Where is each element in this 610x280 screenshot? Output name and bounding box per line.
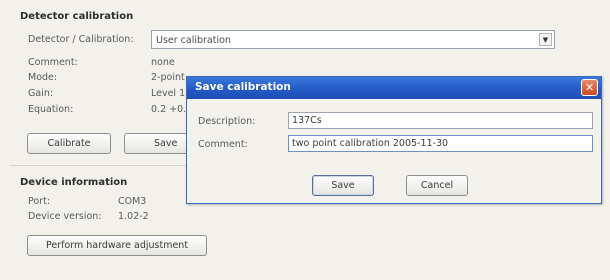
equation-label: Equation: <box>28 104 74 115</box>
gain-label: Gain: <box>28 88 54 99</box>
detector-calibration-label: Detector / Calibration: <box>28 34 134 45</box>
dialog-save-button[interactable]: Save <box>312 175 374 196</box>
comment-field[interactable] <box>288 135 593 152</box>
port-label: Port: <box>28 196 51 207</box>
close-icon[interactable]: ✕ <box>581 79 598 96</box>
dialog-title: Save calibration <box>195 81 291 93</box>
dialog-comment-label: Comment: <box>198 139 248 150</box>
chevron-down-icon[interactable]: ▼ <box>539 33 552 46</box>
save-calibration-dialog: Save calibration ✕ Description: Comment:… <box>186 76 602 204</box>
dialog-titlebar[interactable]: Save calibration ✕ <box>187 77 601 99</box>
comment-value: none <box>151 57 175 68</box>
device-version-value: 1.02-2 <box>118 211 149 222</box>
gain-value: Level 1 <box>151 88 186 99</box>
detector-calibration-title: Detector calibration <box>20 11 134 22</box>
detector-calibration-select-value: User calibration <box>156 35 231 46</box>
description-field[interactable] <box>288 112 593 129</box>
perform-hardware-adjustment-button[interactable]: Perform hardware adjustment <box>27 235 207 256</box>
mode-value: 2-point <box>151 72 185 83</box>
comment-label: Comment: <box>28 57 78 68</box>
mode-label: Mode: <box>28 72 58 83</box>
description-label: Description: <box>198 116 256 127</box>
dialog-cancel-button[interactable]: Cancel <box>406 175 468 196</box>
device-version-label: Device version: <box>28 211 102 222</box>
device-information-title: Device information <box>20 177 128 188</box>
detector-calibration-select[interactable]: User calibration ▼ <box>151 30 555 49</box>
calibrate-button[interactable]: Calibrate <box>27 133 111 154</box>
port-value: COM3 <box>118 196 147 207</box>
